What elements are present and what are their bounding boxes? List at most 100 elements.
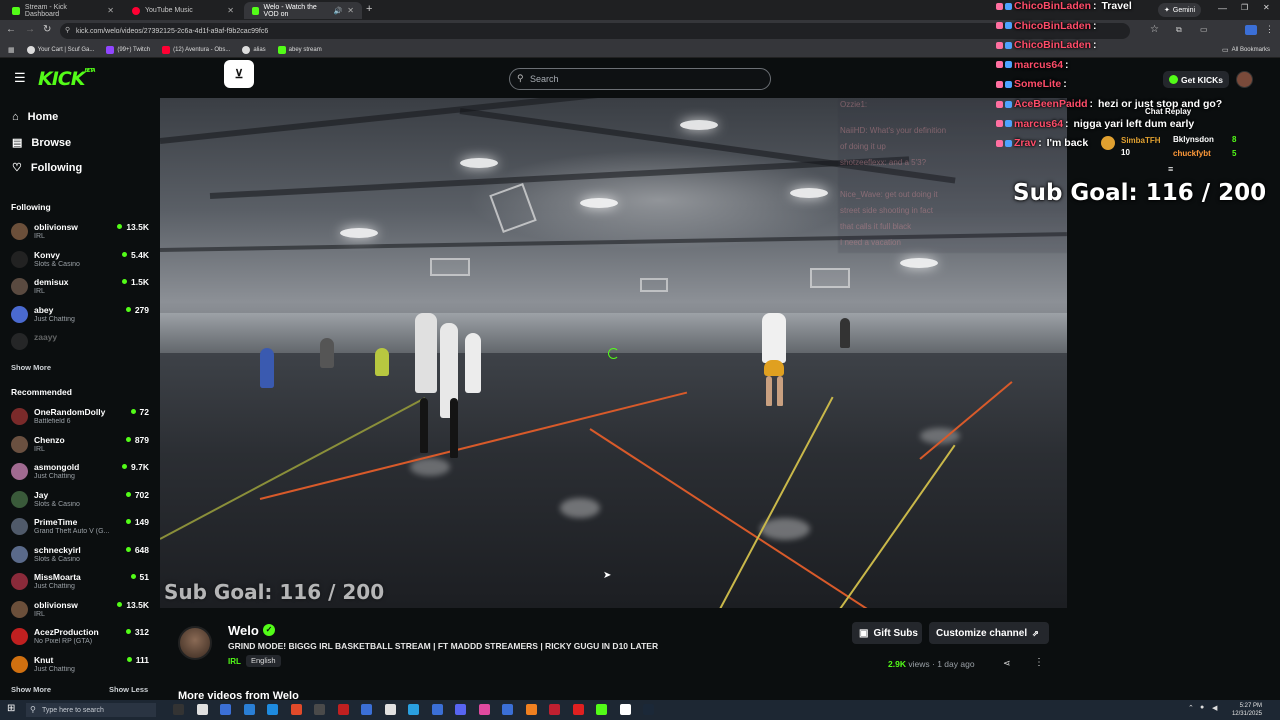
- share-icon[interactable]: ⋖: [1003, 658, 1011, 669]
- taskbar-app-icon[interactable]: [525, 704, 537, 715]
- nav-label: Following: [30, 161, 83, 174]
- system-clock[interactable]: 5:27 PM 12/31/2025: [1232, 702, 1262, 718]
- bookmark-twitch[interactable]: (99+) Twitch: [106, 45, 151, 54]
- close-tab-icon[interactable]: ✕: [347, 6, 354, 15]
- taskbar-app-icon[interactable]: [173, 704, 184, 715]
- kick-favicon-icon: [12, 6, 20, 15]
- following-show-more[interactable]: Show More: [11, 363, 51, 372]
- taskbar-app-icon[interactable]: [220, 704, 231, 715]
- taskbar-search[interactable]: ⚲ Type here to search: [26, 703, 156, 717]
- tray-chevron-icon[interactable]: ⌃: [1188, 704, 1194, 712]
- channel-category: Battlefield 6: [34, 418, 71, 425]
- gift-subs-button[interactable]: ▣ Gift Subs: [852, 622, 922, 644]
- bookmark-label: (99+) Twitch: [117, 46, 151, 53]
- new-tab-icon[interactable]: +: [366, 3, 372, 15]
- channel-name: abey: [34, 304, 54, 315]
- taskbar-app-icon[interactable]: [596, 704, 607, 715]
- nav-following[interactable]: ♡ Following: [12, 161, 83, 175]
- channel-item[interactable]: demisux IRL 1.5K: [11, 276, 151, 302]
- tab-youtube-music[interactable]: YouTube Music ✕: [124, 2, 242, 19]
- tab-label: Welo - Watch the VOD on: [263, 3, 317, 18]
- chat-message: marcus64: nigga yari left dum early: [996, 118, 1194, 130]
- customize-channel-button[interactable]: Customize channel ⇗: [929, 622, 1049, 644]
- taskbar-app-icon[interactable]: [572, 704, 584, 715]
- streamer-name[interactable]: Welo: [228, 623, 259, 638]
- channel-item[interactable]: Knut Just Chatting 111: [11, 654, 151, 680]
- windows-start-icon[interactable]: ⊞: [7, 703, 15, 714]
- apps-grid-icon[interactable]: ▦: [8, 46, 15, 54]
- taskbar-app-icon[interactable]: [455, 704, 466, 715]
- close-tab-icon[interactable]: ✕: [227, 6, 234, 15]
- taskbar-app-icon[interactable]: [478, 704, 490, 715]
- chat-replay-label: Chat Replay: [1145, 107, 1192, 116]
- taskbar-app-icon[interactable]: [267, 704, 278, 715]
- extension-overlay-icon[interactable]: ⊻: [224, 60, 254, 88]
- taskbar-app-icon[interactable]: [502, 704, 513, 715]
- back-icon[interactable]: ←: [6, 24, 16, 35]
- channel-item[interactable]: Jay Slots & Casino 702: [11, 489, 151, 515]
- taskbar-app-icon[interactable]: [290, 704, 302, 715]
- channel-item[interactable]: oblivionsw IRL 13.5K: [11, 599, 151, 625]
- channel-item[interactable]: MissMoarta Just Chatting 51: [11, 571, 151, 597]
- language-tag[interactable]: English: [246, 655, 281, 667]
- search-input[interactable]: ⚲ Search: [509, 68, 771, 90]
- channel-item[interactable]: schneckyirl Slots & Casino 648: [11, 544, 151, 570]
- player: [375, 348, 389, 376]
- channel-item[interactable]: abey Just Chatting 279: [11, 304, 151, 330]
- video-player[interactable]: Ozzie1: NaiiHD: What's your definition o…: [160, 98, 1067, 608]
- bookmark-alias[interactable]: alias: [242, 45, 266, 54]
- nav-browse[interactable]: ▤ Browse: [12, 136, 71, 150]
- channel-item[interactable]: asmongold Just Chatting 9.7K: [11, 461, 151, 487]
- forward-icon[interactable]: →: [25, 24, 35, 35]
- reload-icon[interactable]: ↻: [43, 24, 51, 35]
- streamer-avatar[interactable]: [178, 626, 212, 660]
- following-header: Following: [11, 202, 51, 212]
- video-age: 1 day ago: [937, 659, 975, 669]
- bookmark-aventura[interactable]: (12) Aventura - Obs...: [162, 45, 230, 54]
- channel-item[interactable]: zaayy: [11, 331, 151, 357]
- taskbar-app-icon[interactable]: [643, 704, 654, 715]
- taskbar-app-icon[interactable]: [337, 704, 349, 715]
- more-options-icon[interactable]: ⋮: [1034, 657, 1044, 668]
- channel-item[interactable]: OneRandomDolly Battlefield 6 72: [11, 406, 151, 432]
- bookmark-abey-stream[interactable]: abey stream: [277, 45, 322, 54]
- hamburger-menu-icon[interactable]: ☰: [14, 70, 26, 86]
- globe-icon: [242, 45, 251, 54]
- nav-home[interactable]: ⌂ Home: [12, 111, 58, 123]
- channel-avatar: [11, 250, 28, 268]
- recommended-show-more[interactable]: Show More: [11, 685, 51, 694]
- channel-item[interactable]: Konvy Slots & Casino 5.4K: [11, 249, 151, 275]
- recommended-show-less[interactable]: Show Less: [109, 685, 148, 694]
- chat-username: marcus64: [1014, 117, 1064, 130]
- taskbar-app-icon[interactable]: [408, 704, 419, 715]
- channel-item[interactable]: oblivionsw IRL 13.5K: [11, 221, 151, 247]
- bookmark-scuf[interactable]: Your Cart | Scuf Ga...: [26, 45, 94, 54]
- taskbar-app-icon[interactable]: [384, 704, 396, 715]
- taskbar-app-icon[interactable]: [196, 704, 208, 715]
- taskbar-app-icon[interactable]: [243, 704, 255, 715]
- browse-icon: ▤: [12, 137, 23, 149]
- player: [465, 333, 481, 393]
- close-tab-icon[interactable]: ✕: [107, 6, 114, 15]
- tab-welo-vod[interactable]: Welo - Watch the VOD on 🔊 ✕: [244, 2, 362, 19]
- channel-item[interactable]: Chenzo IRL 879: [11, 434, 151, 460]
- url-field[interactable]: ⚲ kick.com/welo/videos/27392125-2c6a-4d1…: [60, 23, 1130, 39]
- channel-item[interactable]: PrimeTime Grand Theft Auto V (G... 149: [11, 516, 151, 542]
- microphone-icon[interactable]: ●: [1200, 704, 1204, 711]
- volume-icon[interactable]: ◀: [1212, 704, 1217, 712]
- taskbar-app-icon[interactable]: [619, 704, 631, 715]
- tab-kick-dashboard[interactable]: Stream - Kick Dashboard ✕: [4, 2, 122, 19]
- player: [320, 338, 334, 368]
- site-info-icon[interactable]: ⚲: [65, 26, 70, 34]
- collapse-icon[interactable]: ≡: [1168, 164, 1173, 174]
- channel-avatar: [11, 518, 28, 535]
- taskbar-app-icon[interactable]: [314, 704, 325, 715]
- channel-item[interactable]: AcezProduction No Pixel RP (GTA) 312: [11, 626, 151, 652]
- audio-playing-icon[interactable]: 🔊: [334, 7, 343, 15]
- kick-logo[interactable]: KICKBETA: [38, 68, 96, 90]
- faded-chat-line: that calls it full black: [840, 222, 912, 231]
- taskbar-app-icon[interactable]: [549, 704, 560, 715]
- taskbar-app-icon[interactable]: [431, 704, 443, 715]
- taskbar-app-icon[interactable]: [361, 704, 372, 715]
- category-link[interactable]: IRL: [228, 657, 241, 666]
